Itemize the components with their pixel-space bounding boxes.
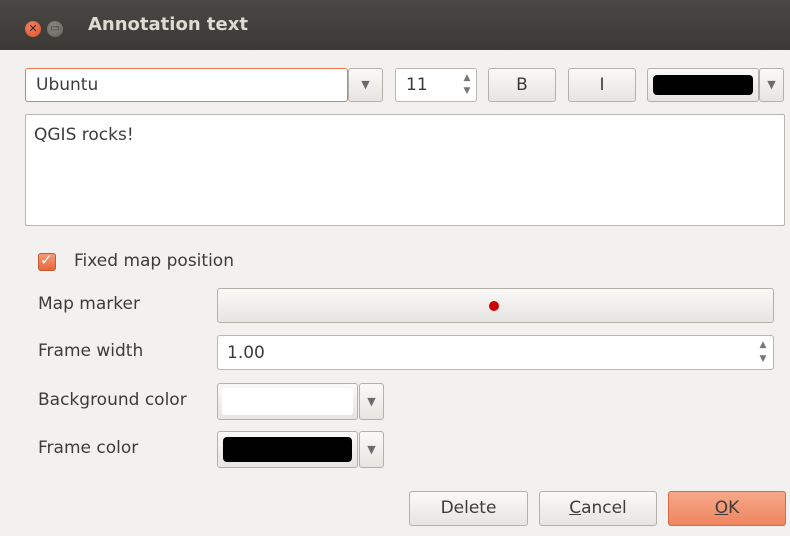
frame-color-dropdown[interactable]: ▼ [359, 431, 384, 468]
annotation-text-editor[interactable]: QGIS rocks! [25, 114, 785, 226]
font-size-spinbox[interactable]: 11 ▲ ▼ [395, 68, 477, 102]
font-family-dropdown[interactable]: ▼ [348, 68, 383, 102]
italic-button[interactable]: I [568, 68, 636, 102]
cancel-rest: ancel [581, 498, 627, 518]
frame-width-label: Frame width [38, 341, 144, 361]
font-family-value: Ubuntu [36, 75, 99, 95]
ok-button[interactable]: OK [668, 491, 786, 526]
marker-symbol-icon [489, 301, 499, 311]
frame-width-spinbox[interactable]: 1.00 ▲ ▼ [217, 335, 774, 370]
spin-up-icon[interactable]: ▲ [758, 341, 768, 350]
frame-color-swatch [223, 437, 352, 462]
ok-mnemonic: O [714, 498, 729, 518]
italic-label: I [599, 75, 605, 95]
window-title: Annotation text [88, 14, 248, 35]
title-bar: ✕ ▭ Annotation text [0, 0, 790, 50]
fixed-map-position-checkbox[interactable]: ✓ [38, 251, 56, 271]
font-size-value: 11 [406, 75, 428, 95]
bold-button[interactable]: B [488, 68, 556, 102]
text-color-dropdown[interactable]: ▼ [759, 68, 784, 102]
minimize-icon[interactable]: ▭ [47, 21, 63, 37]
chevron-down-icon: ▼ [367, 443, 376, 456]
background-color-label: Background color [38, 390, 187, 410]
background-color-button[interactable] [217, 383, 358, 420]
text-color-button[interactable] [647, 68, 759, 102]
spin-up-icon[interactable]: ▲ [462, 74, 472, 83]
spin-down-icon[interactable]: ▼ [758, 355, 768, 364]
chevron-down-icon: ▼ [361, 78, 370, 91]
spin-down-icon[interactable]: ▼ [462, 87, 472, 96]
frame-width-value: 1.00 [227, 343, 265, 363]
bold-label: B [516, 75, 528, 95]
map-marker-label: Map marker [38, 294, 140, 314]
map-marker-button[interactable] [217, 288, 774, 323]
annotation-text: QGIS rocks! [34, 125, 134, 145]
cancel-button[interactable]: Cancel [539, 491, 657, 526]
ok-label: OK [715, 498, 740, 518]
frame-color-button[interactable] [217, 431, 358, 468]
frame-color-label: Frame color [38, 438, 139, 458]
background-color-dropdown[interactable]: ▼ [359, 383, 384, 420]
delete-label: Delete [440, 498, 497, 518]
cancel-label: Cancel [569, 498, 627, 518]
fixed-map-position-label[interactable]: Fixed map position [74, 251, 234, 271]
close-icon[interactable]: ✕ [25, 21, 41, 37]
chevron-down-icon: ▼ [367, 395, 376, 408]
chevron-down-icon: ▼ [767, 78, 776, 91]
background-color-swatch [222, 388, 353, 415]
font-family-combo[interactable]: Ubuntu [25, 68, 348, 102]
cancel-mnemonic: C [569, 498, 582, 518]
delete-button[interactable]: Delete [409, 491, 528, 526]
text-color-swatch [653, 75, 753, 95]
ok-rest: K [728, 498, 740, 518]
checkmark-icon: ✓ [40, 251, 53, 269]
